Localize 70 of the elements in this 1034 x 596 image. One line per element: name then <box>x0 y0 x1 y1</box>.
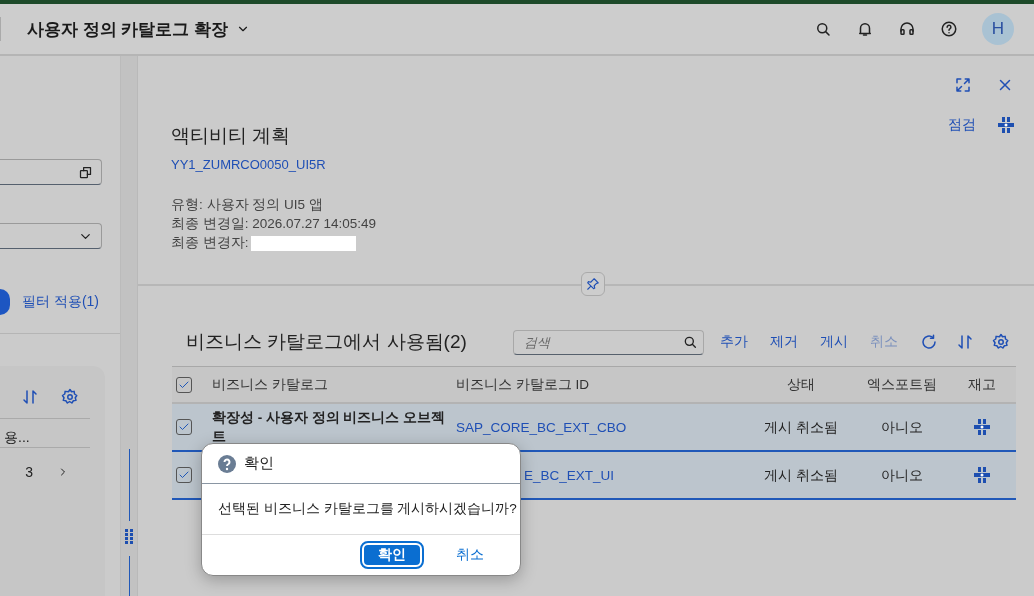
list-item[interactable]: 용... <box>4 429 30 447</box>
table-cell-text: 아니오 <box>880 466 924 485</box>
sort-button[interactable] <box>21 388 39 406</box>
column-header: 비즈니스 카탈로그 <box>212 375 329 394</box>
settings-icon <box>992 333 1010 351</box>
toolbar-button[interactable]: 추가 <box>720 333 748 351</box>
fullscreen-button[interactable] <box>954 76 972 94</box>
notifications-button[interactable] <box>856 20 874 38</box>
headset-icon <box>898 20 916 38</box>
user-avatar[interactable]: H <box>982 13 1014 45</box>
copy-icon <box>78 164 93 180</box>
checkmark-icon <box>178 469 190 481</box>
refresh-icon <box>920 333 938 351</box>
info-line: 최종 변경자: <box>171 234 948 252</box>
app-title-menu[interactable]: 사용자 정의 카탈로그 확장 <box>27 17 251 41</box>
table-cell-text: 게시 취소됨 <box>763 466 839 485</box>
search-field[interactable]: 검색 <box>513 329 704 355</box>
input-field[interactable] <box>0 159 102 185</box>
table-cell-text: 확장성 - 사용자 정의 비즈니스 오브젝트 <box>212 409 447 446</box>
bell-icon <box>856 20 874 38</box>
pin-button[interactable] <box>581 272 605 296</box>
check-link[interactable]: 점검 <box>948 116 976 134</box>
expand-icon <box>954 76 972 94</box>
sort-icon <box>956 333 974 351</box>
dialog-message: 선택된 비즈니스 카탈로그를 게시하시겠습니까? <box>202 484 520 535</box>
sort-icon <box>21 388 39 406</box>
select-all-checkbox[interactable] <box>176 376 192 393</box>
search-icon <box>814 20 832 38</box>
checkmark-icon <box>178 421 190 433</box>
cube-button[interactable] <box>974 419 990 435</box>
dialog-title: 확인 <box>244 454 274 473</box>
filter-indicator-icon <box>0 289 10 315</box>
settings-button[interactable] <box>61 388 79 406</box>
confirm-button[interactable]: 확인 <box>362 543 422 567</box>
cube-icon <box>998 117 1014 133</box>
app-id-link[interactable]: YY1_ZUMRCO0050_UI5R <box>171 157 948 172</box>
table-cell-text: 게시 취소됨 <box>763 418 839 437</box>
catalog-id-link[interactable]: SAP_CORE_BC_EXT_CBO <box>456 417 746 437</box>
select-field[interactable] <box>0 223 102 249</box>
refresh-button[interactable] <box>920 333 938 351</box>
cube-icon <box>974 467 990 483</box>
cube-button[interactable] <box>974 467 990 483</box>
search-button[interactable] <box>814 20 832 38</box>
toolbar-button[interactable]: 제거 <box>770 333 798 351</box>
sort-button[interactable] <box>956 333 974 351</box>
page-number[interactable]: 3 <box>25 464 33 480</box>
column-header: 재고 <box>967 375 997 394</box>
row-checkbox[interactable] <box>176 419 192 435</box>
info-line: 최종 변경일: 2026.07.27 14:05:49 <box>171 215 378 233</box>
filter-link[interactable]: 필터 적용(1) <box>22 293 99 311</box>
help-icon <box>940 20 958 38</box>
column-header: 비즈니스 카탈로그 ID <box>456 375 590 394</box>
cube-icon <box>974 419 990 435</box>
support-button[interactable] <box>898 20 916 38</box>
pin-icon <box>586 277 600 291</box>
grip-icon <box>125 529 133 545</box>
column-header: 엑스포트됨 <box>866 375 938 394</box>
cube-button[interactable] <box>998 117 1014 133</box>
help-button[interactable] <box>940 20 958 38</box>
row-checkbox[interactable] <box>176 467 192 483</box>
question-icon <box>218 454 236 473</box>
cancel-button[interactable]: 취소 <box>440 543 500 567</box>
table-title: 비즈니스 카탈로그에서 사용됨(2) <box>186 330 468 354</box>
settings-button[interactable] <box>992 333 1010 351</box>
table-cell-text: 아니오 <box>880 418 924 437</box>
settings-icon <box>61 388 79 406</box>
column-header: 상태 <box>786 375 816 394</box>
detail-title: 액티비티 계획 <box>171 124 292 148</box>
info-line: 유형: 사용자 정의 UI5 앱 <box>171 196 324 214</box>
toolbar-button[interactable]: 게시 <box>820 333 848 351</box>
